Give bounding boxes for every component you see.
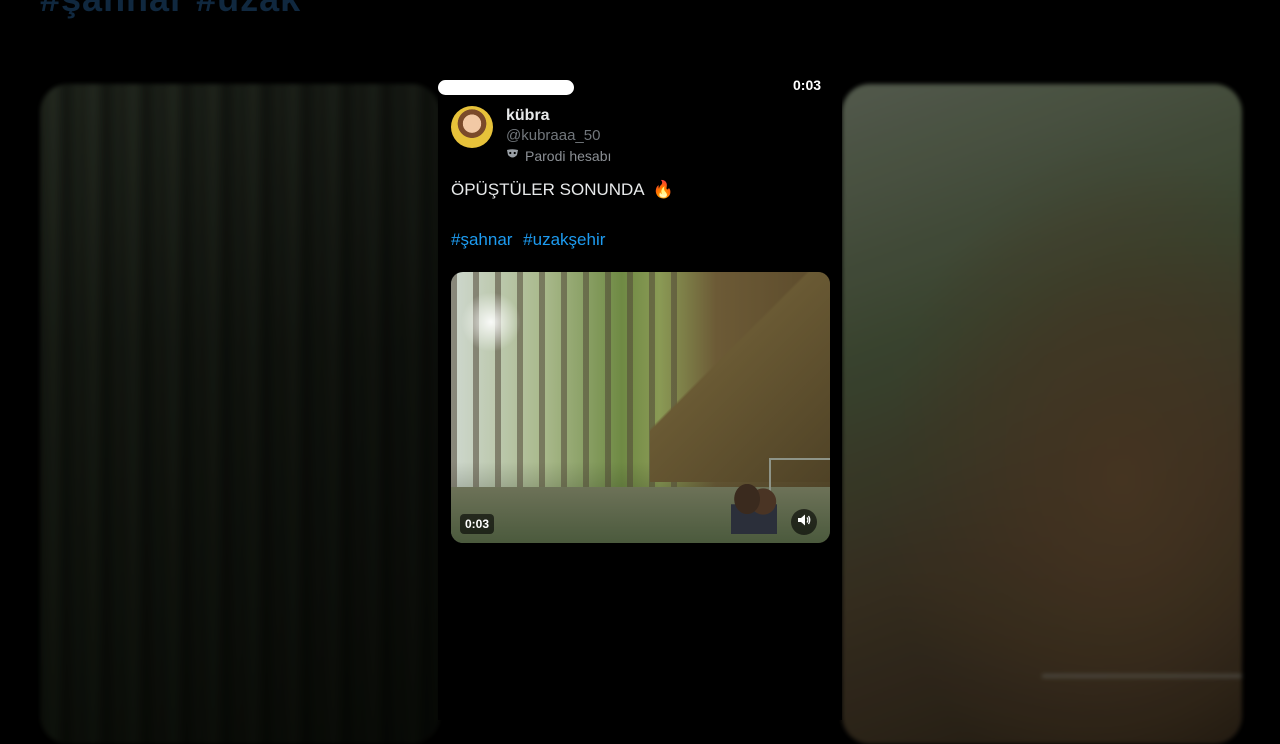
video-frame-railing xyxy=(769,458,830,500)
video-frame-sunlight xyxy=(461,292,521,352)
video-frame-cliff xyxy=(650,272,830,482)
account-label: Parodi hesabı xyxy=(525,148,612,164)
hashtag-link[interactable]: #şahnar xyxy=(451,230,512,249)
video-frame-people xyxy=(731,484,777,534)
mute-button[interactable] xyxy=(791,509,817,535)
author-name[interactable]: kübra xyxy=(506,107,550,125)
tweet-text: ÖPÜŞTÜLER SONUNDA 🔥 xyxy=(451,180,674,200)
speaker-icon xyxy=(797,513,811,532)
avatar[interactable] xyxy=(451,106,493,148)
video-duration: 0:03 xyxy=(460,514,495,534)
hashtag-list: #şahnar #uzakşehir xyxy=(451,230,611,250)
author-handle[interactable]: @kubraaa_50 xyxy=(506,127,600,144)
background-blurred-text: #şahnar #uzak xyxy=(40,0,301,20)
fire-icon: 🔥 xyxy=(652,180,674,199)
timer-label: 0:03 xyxy=(793,77,822,93)
mask-icon xyxy=(506,149,519,163)
tweet-body: ÖPÜŞTÜLER SONUNDA xyxy=(451,180,644,199)
parody-label: Parodi hesabı xyxy=(506,148,611,164)
redaction-bar xyxy=(438,80,574,95)
hashtag-link[interactable]: #uzakşehir xyxy=(523,230,605,249)
background-left-blur xyxy=(40,84,440,744)
background-right-blur xyxy=(842,84,1242,744)
video-player[interactable] xyxy=(451,272,830,543)
